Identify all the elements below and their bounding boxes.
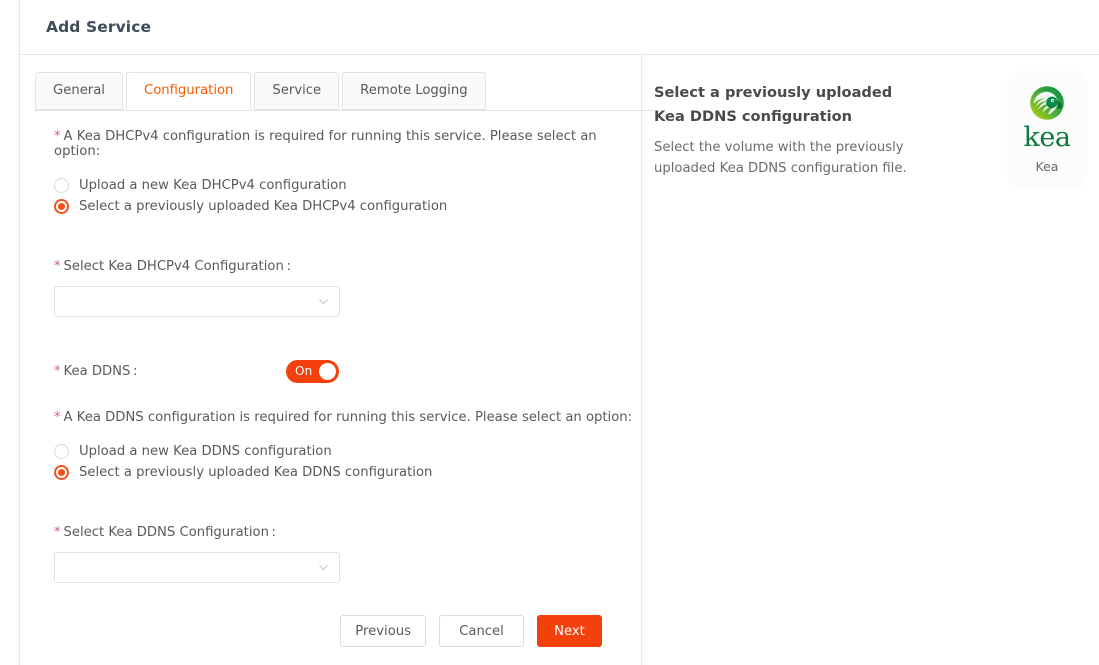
toggle-knob bbox=[319, 362, 336, 380]
next-button[interactable]: Next bbox=[537, 615, 602, 647]
radio-upload-new-dhcpv4[interactable]: Upload a new Kea DHCPv4 configuration bbox=[54, 175, 641, 196]
radio-selected-icon bbox=[54, 199, 69, 214]
help-panel-description: Select the volume with the previously up… bbox=[654, 140, 907, 176]
ddns-configuration-select[interactable] bbox=[54, 552, 340, 583]
ddns-radio-group: Upload a new Kea DDNS configuration Sele… bbox=[54, 441, 641, 483]
wizard-button-row: Previous Cancel Next bbox=[20, 615, 641, 647]
radio-icon bbox=[54, 178, 69, 193]
dhcpv4-select-label: * Select Kea DHCPv4 Configuration : bbox=[54, 259, 641, 274]
radio-selected-icon bbox=[54, 465, 69, 480]
tab-remote-logging[interactable]: Remote Logging bbox=[342, 72, 486, 110]
tab-bar: General Configuration Service Remote Log… bbox=[20, 55, 654, 111]
cancel-button[interactable]: Cancel bbox=[439, 615, 524, 647]
radio-upload-new-ddns-label: Upload a new Kea DDNS configuration bbox=[79, 444, 332, 459]
required-marker: * bbox=[54, 259, 61, 274]
ddns-select-label-text: Select Kea DDNS Configuration : bbox=[63, 525, 277, 540]
kea-wordmark: kea bbox=[1023, 122, 1071, 153]
kea-ddns-label: * Kea DDNS : bbox=[54, 364, 286, 379]
kea-ddns-label-text: Kea DDNS : bbox=[63, 363, 138, 379]
radio-upload-new-ddns[interactable]: Upload a new Kea DDNS configuration bbox=[54, 441, 641, 462]
dialog-header: Add Service bbox=[20, 0, 1099, 55]
dhcpv4-prompt-text: A Kea DHCPv4 configuration is required f… bbox=[54, 129, 597, 159]
ddns-prompt-text: A Kea DDNS configuration is required for… bbox=[63, 410, 633, 425]
required-marker: * bbox=[54, 525, 61, 540]
radio-select-uploaded-ddns[interactable]: Select a previously uploaded Kea DDNS co… bbox=[54, 462, 641, 483]
radio-select-uploaded-dhcpv4-label: Select a previously uploaded Kea DHCPv4 … bbox=[79, 199, 448, 214]
ddns-select-label: * Select Kea DDNS Configuration : bbox=[54, 525, 641, 540]
ddns-prompt: * A Kea DDNS configuration is required fo… bbox=[54, 410, 641, 425]
tab-general-label: General bbox=[53, 83, 105, 98]
tab-general[interactable]: General bbox=[35, 72, 123, 110]
dhcpv4-configuration-select[interactable] bbox=[54, 286, 340, 317]
required-marker: * bbox=[54, 363, 61, 379]
left-pane: General Configuration Service Remote Log… bbox=[20, 55, 654, 665]
kea-ddns-toggle[interactable]: On bbox=[286, 359, 339, 383]
kea-logo-caption: Kea bbox=[1035, 159, 1059, 174]
kea-bird-logo-icon bbox=[1025, 83, 1069, 123]
kea-logo-card: kea Kea bbox=[1008, 72, 1086, 187]
required-marker: * bbox=[54, 129, 61, 144]
radio-icon bbox=[54, 444, 69, 459]
kea-ddns-toggle-row: * Kea DDNS : On bbox=[54, 359, 641, 383]
dhcpv4-radio-group: Upload a new Kea DHCPv4 configuration Se… bbox=[54, 175, 641, 217]
radio-upload-new-dhcpv4-label: Upload a new Kea DHCPv4 configuration bbox=[79, 178, 347, 193]
tab-service-label: Service bbox=[272, 83, 322, 98]
dhcpv4-prompt: * A Kea DHCPv4 configuration is required … bbox=[54, 129, 641, 159]
chevron-down-icon bbox=[318, 296, 329, 307]
tab-configuration[interactable]: Configuration bbox=[125, 72, 252, 110]
radio-select-uploaded-dhcpv4[interactable]: Select a previously uploaded Kea DHCPv4 … bbox=[54, 196, 641, 217]
configuration-form: * A Kea DHCPv4 configuration is required … bbox=[20, 111, 641, 583]
dhcpv4-select-label-text: Select Kea DHCPv4 Configuration : bbox=[63, 259, 291, 274]
tab-service[interactable]: Service bbox=[254, 72, 340, 110]
kea-ddns-toggle-state: On bbox=[295, 364, 313, 378]
page-title: Add Service bbox=[46, 18, 152, 36]
tab-configuration-label: Configuration bbox=[143, 83, 234, 98]
help-panel-title: Select a previously uploaded Kea DDNS co… bbox=[654, 84, 893, 125]
add-service-dialog: Add Service General Configuration Servic… bbox=[19, 0, 1099, 665]
previous-button[interactable]: Previous bbox=[340, 615, 426, 647]
required-marker: * bbox=[54, 410, 61, 425]
radio-select-uploaded-ddns-label: Select a previously uploaded Kea DDNS co… bbox=[79, 465, 433, 480]
help-panel: Select a previously uploaded Kea DDNS co… bbox=[641, 55, 1099, 665]
chevron-down-icon bbox=[318, 562, 329, 573]
dialog-body: General Configuration Service Remote Log… bbox=[20, 55, 1099, 665]
tab-remote-logging-label: Remote Logging bbox=[360, 83, 468, 98]
